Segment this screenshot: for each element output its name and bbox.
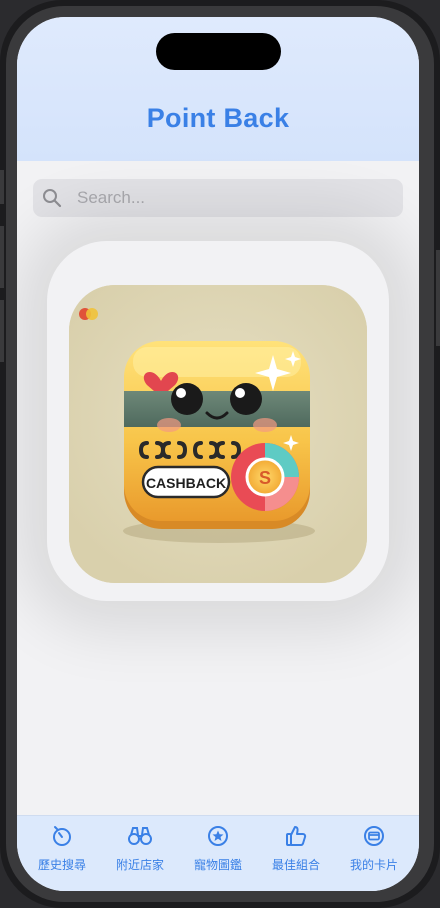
power-button	[436, 250, 440, 346]
thumbs-up-icon	[286, 826, 307, 846]
tab-history-search[interactable]: 歷史搜尋	[24, 824, 100, 874]
app-icon-image[interactable]: CASHBACK S	[69, 285, 367, 583]
volume-up-button	[0, 226, 4, 288]
credit-card-icon	[364, 826, 384, 846]
tab-label: 附近店家	[115, 858, 164, 872]
main-content: CASHBACK S	[17, 161, 419, 815]
search-bar[interactable]	[33, 179, 403, 217]
tab-label: 最佳組合	[271, 858, 320, 872]
volume-down-button	[0, 300, 4, 362]
history-icon	[53, 826, 71, 846]
search-icon	[43, 189, 62, 208]
tab-pet-gallery[interactable]: 寵物圖鑑	[180, 824, 256, 874]
page-title: Point Back	[146, 103, 290, 133]
star-circle-icon	[208, 826, 228, 846]
dynamic-island	[156, 33, 281, 70]
corner-dot	[86, 308, 98, 320]
tab-label: 我的卡片	[349, 858, 398, 872]
action-button	[0, 170, 4, 204]
tab-label: 寵物圖鑑	[193, 858, 242, 872]
tab-my-cards[interactable]: 我的卡片	[336, 824, 412, 874]
coin-symbol: S	[259, 468, 271, 488]
tab-label: 歷史搜尋	[37, 858, 86, 872]
tab-nearby-stores[interactable]: 附近店家	[102, 824, 178, 874]
binoculars-icon	[128, 827, 152, 845]
screen: Point Back Search... CASHBACK S 歷史搜尋 附近店…	[17, 17, 419, 891]
search-input[interactable]	[77, 179, 387, 217]
cashback-mascot-icon: CASHBACK S	[69, 285, 367, 583]
cashback-label: CASHBACK	[146, 475, 226, 491]
tab-best-combo[interactable]: 最佳組合	[258, 824, 334, 874]
